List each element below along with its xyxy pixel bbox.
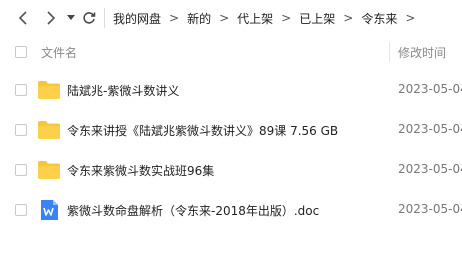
- folder-icon: [38, 121, 60, 139]
- file-row[interactable]: 令东来讲授《陆斌兆紫微斗数讲义》89课 7.56 GB 2023-05-04: [0, 110, 462, 150]
- breadcrumb-separator: >: [219, 11, 230, 25]
- breadcrumb-item-current[interactable]: 令东来: [361, 10, 397, 27]
- row-checkbox[interactable]: [15, 204, 27, 216]
- refresh-button[interactable]: [80, 6, 98, 30]
- breadcrumb-separator: >: [281, 11, 292, 25]
- folder-icon: [38, 81, 60, 99]
- folder-icon: [38, 161, 60, 179]
- file-name[interactable]: 令东来讲授《陆斌兆紫微斗数讲义》89课 7.56 GB: [67, 122, 338, 139]
- file-modified-date: 2023-05-04: [398, 202, 462, 216]
- row-checkbox[interactable]: [15, 124, 27, 136]
- row-checkbox[interactable]: [15, 84, 27, 96]
- breadcrumb-separator: >: [343, 11, 354, 25]
- breadcrumb-item-new[interactable]: 新的: [187, 10, 211, 27]
- forward-button[interactable]: [42, 6, 60, 30]
- select-all-checkbox[interactable]: [15, 46, 27, 58]
- breadcrumb-separator: >: [169, 11, 180, 25]
- column-header-modified[interactable]: 修改时间: [398, 44, 446, 61]
- file-list-header: 文件名 修改时间: [0, 38, 462, 66]
- breadcrumb-item-my-drive[interactable]: 我的网盘: [113, 10, 161, 27]
- file-row[interactable]: 令东来紫微斗数实战班96集 2023-05-04: [0, 150, 462, 190]
- breadcrumb: 我的网盘 > 新的 > 代上架 > 已上架 > 令东来 >: [113, 10, 423, 27]
- word-document-icon: [41, 200, 58, 220]
- back-button[interactable]: [14, 6, 32, 30]
- column-divider[interactable]: [389, 42, 390, 62]
- file-name[interactable]: 令东来紫微斗数实战班96集: [67, 162, 214, 179]
- row-checkbox[interactable]: [15, 164, 27, 176]
- file-row[interactable]: 紫微斗数命盘解析（令东来-2018年出版）.doc 2023-05-04: [0, 190, 462, 230]
- file-modified-date: 2023-05-04: [398, 162, 462, 176]
- caret-down-icon: [67, 15, 75, 20]
- chevron-right-icon: [47, 11, 56, 25]
- chevron-left-icon: [18, 11, 27, 25]
- breadcrumb-item-listed[interactable]: 已上架: [299, 10, 335, 27]
- refresh-icon: [83, 12, 96, 24]
- column-header-name[interactable]: 文件名: [41, 44, 77, 61]
- breadcrumb-separator: >: [405, 11, 416, 25]
- file-row[interactable]: 陆斌兆-紫微斗数讲义 2023-05-04: [0, 70, 462, 110]
- history-dropdown-button[interactable]: [64, 6, 78, 30]
- breadcrumb-item-to-be-listed[interactable]: 代上架: [237, 10, 273, 27]
- toolbar: 我的网盘 > 新的 > 代上架 > 已上架 > 令东来 >: [0, 0, 462, 36]
- file-name[interactable]: 紫微斗数命盘解析（令东来-2018年出版）.doc: [67, 202, 319, 219]
- file-modified-date: 2023-05-04: [398, 82, 462, 96]
- file-modified-date: 2023-05-04: [398, 122, 462, 136]
- file-name[interactable]: 陆斌兆-紫微斗数讲义: [67, 82, 179, 99]
- toolbar-divider: [104, 8, 105, 28]
